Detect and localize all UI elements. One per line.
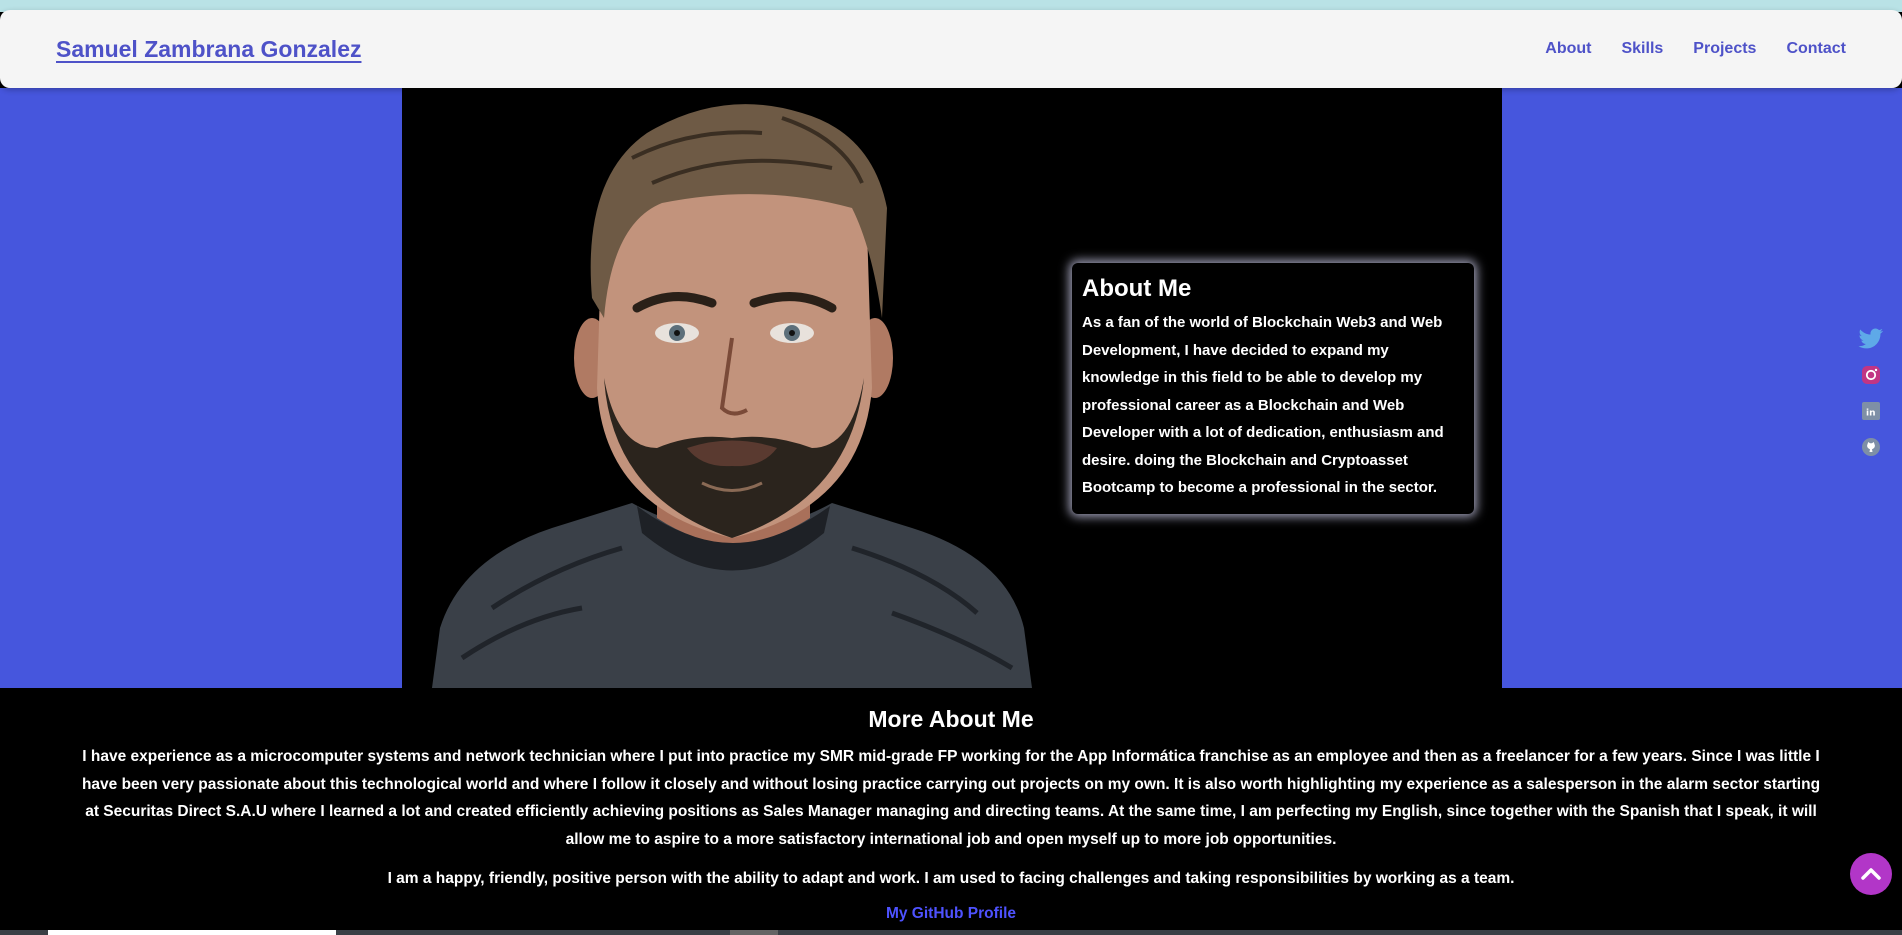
- hero-panel: About Me As a fan of the world of Blockc…: [402, 88, 1502, 688]
- more-title: More About Me: [868, 706, 1034, 732]
- portrait-image: [432, 104, 1032, 688]
- bottom-bar: [0, 930, 1902, 935]
- more-paragraph-2: I am a happy, friendly, positive person …: [387, 870, 1515, 887]
- brand-link[interactable]: Samuel Zambrana Gonzalez: [56, 36, 361, 63]
- linkedin-icon[interactable]: in: [1858, 398, 1884, 424]
- github-profile-link[interactable]: My GitHub Profile: [0, 905, 1902, 923]
- hero-section: About Me As a fan of the world of Blockc…: [0, 88, 1902, 688]
- about-text: As a fan of the world of Blockchain Web3…: [1082, 314, 1444, 496]
- more-paragraph-1: I have experience as a microcomputer sys…: [81, 748, 1821, 848]
- scroll-to-top-button[interactable]: [1850, 853, 1892, 895]
- github-icon[interactable]: [1858, 434, 1884, 460]
- nav-skills[interactable]: Skills: [1621, 40, 1663, 58]
- instagram-icon[interactable]: [1858, 362, 1884, 388]
- chevron-up-icon: [1861, 868, 1881, 880]
- about-card: About Me As a fan of the world of Blockc…: [1072, 263, 1474, 514]
- nav-links: About Skills Projects Contact: [1545, 40, 1846, 58]
- more-about-section: More About Me I have experience as a mic…: [0, 688, 1902, 935]
- social-links: in: [1858, 326, 1884, 460]
- twitter-icon[interactable]: [1858, 326, 1884, 352]
- nav-about[interactable]: About: [1545, 40, 1591, 58]
- about-title: About Me: [1082, 275, 1192, 302]
- nav-projects[interactable]: Projects: [1693, 40, 1756, 58]
- svg-text:in: in: [1866, 409, 1876, 419]
- navbar: Samuel Zambrana Gonzalez About Skills Pr…: [0, 10, 1902, 88]
- nav-contact[interactable]: Contact: [1786, 40, 1846, 58]
